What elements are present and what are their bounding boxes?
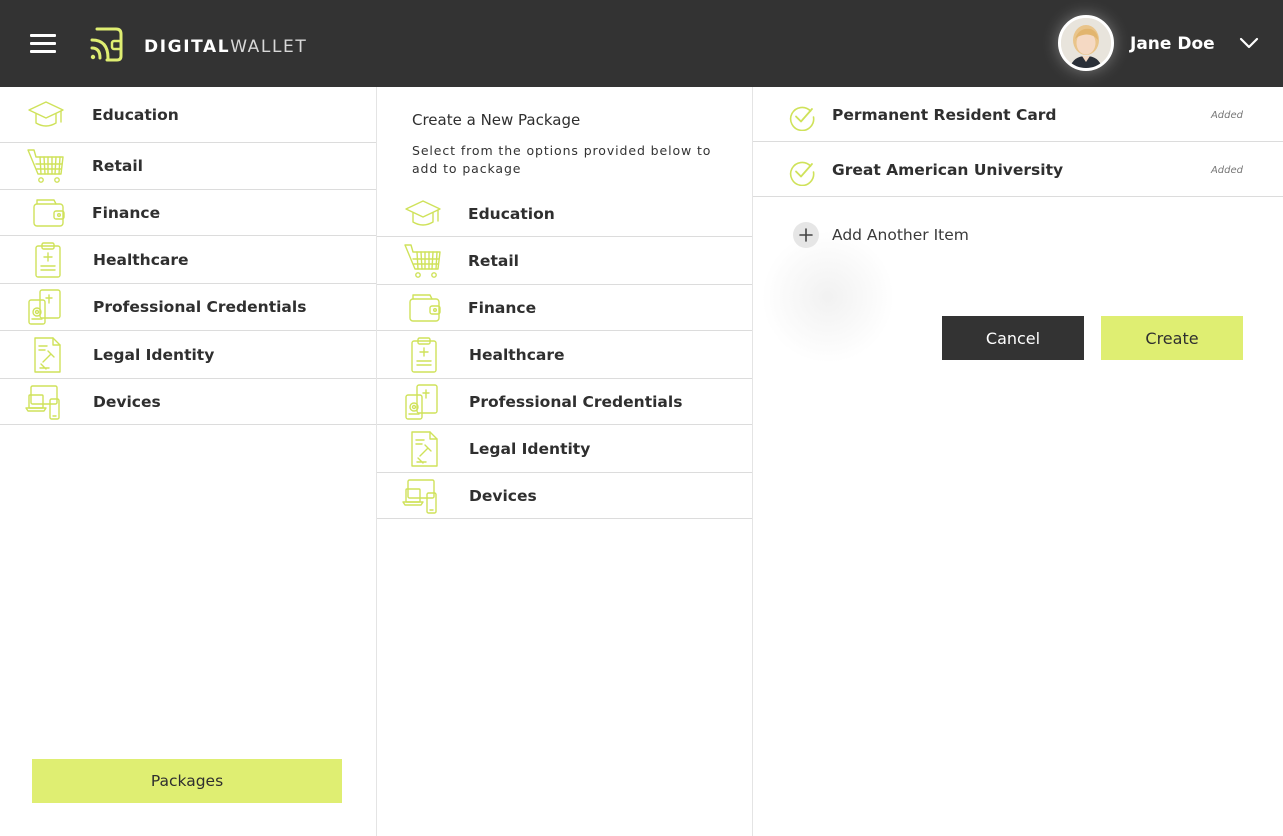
option-item-label: Professional Credentials: [469, 392, 683, 411]
medical-clipboard-icon: [28, 241, 68, 279]
option-item-label: Finance: [468, 298, 537, 317]
sidebar-item-education[interactable]: Education: [0, 87, 376, 143]
gavel-document-icon: [27, 336, 67, 374]
package-contents-panel: Permanent Resident Card Added Great Amer…: [753, 87, 1283, 836]
option-item-professional-credentials[interactable]: Professional Credentials: [377, 379, 752, 425]
sidebar-item-retail[interactable]: Retail: [0, 143, 376, 190]
gavel-document-icon: [404, 430, 444, 468]
sidebar-item-label: Healthcare: [93, 250, 189, 269]
sidebar-item-label: Legal Identity: [93, 345, 215, 364]
option-item-label: Retail: [468, 251, 519, 270]
option-item-finance[interactable]: Finance: [377, 285, 752, 331]
credentials-icon: [25, 288, 65, 326]
option-item-healthcare[interactable]: Healthcare: [377, 331, 752, 379]
panel-subtitle: Select from the options provided below t…: [412, 143, 712, 176]
wallet-icon: [404, 289, 444, 327]
sidebar-item-label: Finance: [92, 203, 161, 222]
brand-name-bold: DIGITAL: [144, 37, 231, 57]
avatar-portrait-icon: [1061, 18, 1111, 68]
sidebar-item-label: Education: [92, 105, 179, 124]
added-item-row[interactable]: Permanent Resident Card Added: [753, 87, 1283, 142]
devices-icon: [23, 383, 63, 421]
packages-button[interactable]: Packages: [32, 759, 342, 803]
option-item-retail[interactable]: Retail: [377, 237, 752, 285]
sidebar-item-finance[interactable]: Finance: [0, 190, 376, 236]
medical-clipboard-icon: [404, 336, 444, 374]
user-avatar[interactable]: [1058, 15, 1114, 71]
cancel-button[interactable]: Cancel: [942, 316, 1084, 360]
panel-title: Create a New Package: [412, 111, 581, 129]
credentials-icon: [402, 383, 442, 421]
chevron-down-icon[interactable]: [1238, 36, 1260, 50]
sidebar-item-healthcare[interactable]: Healthcare: [0, 236, 376, 284]
create-package-panel: Create a New Package Select from the opt…: [377, 87, 753, 836]
hamburger-menu-icon[interactable]: [30, 34, 56, 54]
sidebar-item-professional-credentials[interactable]: Professional Credentials: [0, 284, 376, 331]
sidebar-item-label: Devices: [93, 392, 161, 411]
option-item-label: Education: [468, 204, 555, 223]
added-item-name: Great American University: [832, 161, 1064, 179]
option-item-label: Healthcare: [469, 345, 565, 364]
sidebar-item-devices[interactable]: Devices: [0, 379, 376, 425]
sidebar-item-label: Retail: [92, 157, 143, 175]
option-item-education[interactable]: Education: [377, 191, 752, 237]
plus-icon: [793, 222, 819, 248]
create-button[interactable]: Create: [1101, 316, 1243, 360]
shopping-cart-icon: [403, 242, 443, 280]
wallet-icon: [28, 194, 68, 232]
added-item-row[interactable]: Great American University Added: [753, 142, 1283, 197]
click-ripple-effect: [763, 232, 893, 362]
option-item-label: Devices: [469, 486, 537, 505]
brand-name: DIGITALWALLET: [144, 37, 307, 57]
added-status-badge: Added: [1210, 165, 1243, 176]
top-bar: DIGITALWALLET Jane Doe: [0, 0, 1283, 87]
shopping-cart-icon: [26, 147, 66, 185]
added-status-badge: Added: [1210, 110, 1243, 121]
graduation-cap-icon: [403, 195, 443, 233]
user-name[interactable]: Jane Doe: [1130, 34, 1215, 54]
sidebar: Education Retail Finance Healthcare Prof…: [0, 87, 377, 836]
add-another-item-label: Add Another Item: [832, 226, 969, 244]
graduation-cap-icon: [26, 96, 66, 134]
check-circle-icon: [789, 106, 815, 131]
wallet-logo-icon: [90, 27, 123, 62]
added-item-name: Permanent Resident Card: [832, 106, 1057, 124]
option-item-legal-identity[interactable]: Legal Identity: [377, 425, 752, 473]
option-item-label: Legal Identity: [469, 439, 591, 458]
option-item-devices[interactable]: Devices: [377, 473, 752, 519]
devices-icon: [400, 477, 440, 515]
brand-name-light: WALLET: [230, 37, 308, 57]
check-circle-icon: [789, 161, 815, 186]
sidebar-item-label: Professional Credentials: [93, 298, 307, 316]
sidebar-item-legal-identity[interactable]: Legal Identity: [0, 331, 376, 379]
